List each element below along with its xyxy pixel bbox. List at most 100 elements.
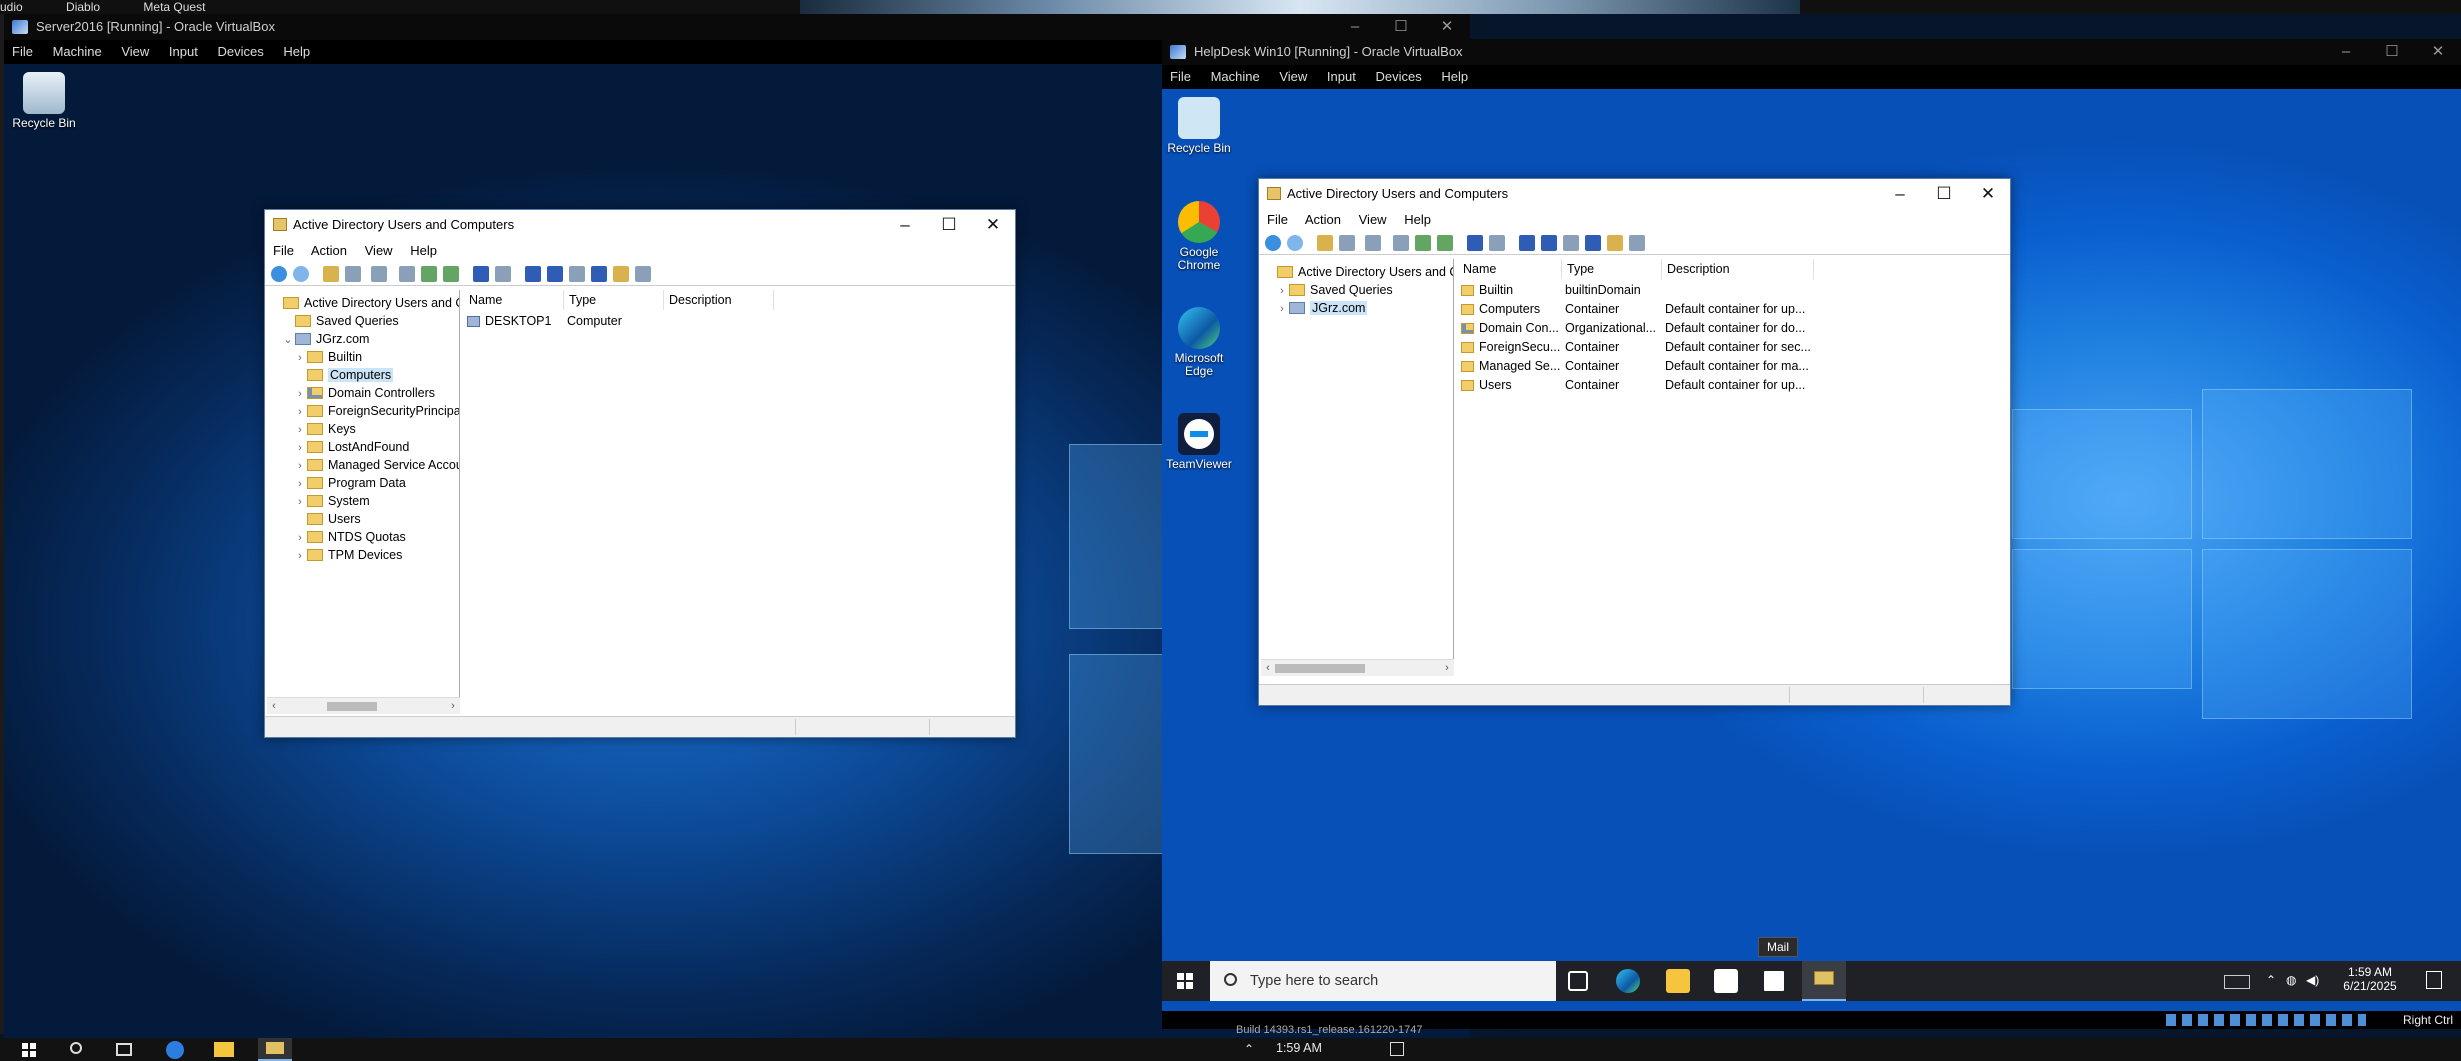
aduc-tree-pane[interactable]: Active Directory Users and Com › Saved Que… bbox=[1261, 259, 1454, 659]
new-group-icon[interactable] bbox=[1541, 235, 1557, 251]
menu-action[interactable]: Action bbox=[311, 243, 347, 258]
minimize-button[interactable]: – bbox=[883, 210, 927, 240]
show-tree-icon[interactable] bbox=[1339, 235, 1355, 251]
column-header-name[interactable]: Name bbox=[464, 290, 564, 310]
expand-chevron-icon[interactable]: › bbox=[293, 439, 307, 457]
host-task-view-icon[interactable] bbox=[116, 1043, 132, 1056]
expand-chevron-icon[interactable]: › bbox=[1275, 282, 1289, 300]
back-icon[interactable] bbox=[1265, 235, 1281, 251]
tree-node[interactable]: › Saved Queries bbox=[1275, 281, 1393, 299]
maximize-button[interactable]: ☐ bbox=[1922, 179, 1966, 209]
filter-icon[interactable] bbox=[591, 266, 607, 282]
host-ie-icon[interactable] bbox=[166, 1041, 184, 1059]
edge-icon[interactable] bbox=[1616, 969, 1640, 993]
tree-node[interactable]: › JGrz.com bbox=[1275, 299, 1368, 317]
tree-node[interactable]: › ForeignSecurityPrincipals bbox=[293, 402, 459, 421]
tree-node[interactable]: › Program Data bbox=[293, 474, 406, 492]
expand-chevron-icon[interactable]: › bbox=[293, 349, 307, 367]
volume-icon[interactable]: ◀) bbox=[2306, 973, 2319, 987]
taskbar-clock[interactable]: 1:59 AM 6/21/2025 bbox=[2334, 965, 2406, 993]
forward-icon[interactable] bbox=[293, 266, 309, 282]
column-header-description[interactable]: Description bbox=[1662, 259, 1814, 279]
maximize-button[interactable]: ☐ bbox=[1378, 14, 1424, 40]
expand-chevron-icon[interactable]: › bbox=[293, 457, 307, 475]
column-header-type[interactable]: Type bbox=[1562, 259, 1662, 279]
delete-icon[interactable] bbox=[371, 266, 387, 282]
expand-chevron-icon[interactable]: › bbox=[293, 403, 307, 421]
column-header-name[interactable]: Name bbox=[1458, 259, 1562, 279]
close-button[interactable]: ✕ bbox=[2415, 39, 2461, 65]
tree-node[interactable]: › Managed Service Accour bbox=[293, 456, 459, 475]
expand-chevron-icon[interactable]: ⌄ bbox=[281, 331, 295, 349]
menu-help[interactable]: Help bbox=[1404, 212, 1431, 227]
close-button[interactable]: ✕ bbox=[1424, 14, 1470, 40]
expand-chevron-icon[interactable]: › bbox=[293, 529, 307, 547]
new-group-icon[interactable] bbox=[547, 266, 563, 282]
new-ou-icon[interactable] bbox=[1563, 235, 1579, 251]
host-notification-icon[interactable] bbox=[1390, 1042, 1404, 1056]
refresh-icon[interactable] bbox=[1415, 235, 1431, 251]
column-header-description[interactable]: Description bbox=[664, 290, 774, 310]
desktop-icon-recycle-bin[interactable]: Recycle Bin bbox=[1164, 97, 1234, 155]
tree-node[interactable]: Saved Queries bbox=[281, 312, 399, 330]
menu-action[interactable]: Action bbox=[1305, 212, 1341, 227]
host-start-icon[interactable] bbox=[22, 1043, 36, 1057]
task-view-icon[interactable] bbox=[1568, 971, 1588, 991]
store-icon[interactable] bbox=[1714, 969, 1738, 993]
minimize-button[interactable]: – bbox=[1332, 14, 1378, 40]
host-top-item-1[interactable]: udio bbox=[0, 0, 23, 14]
menu-view[interactable]: View bbox=[121, 44, 149, 59]
chevron-up-icon[interactable]: ⌃ bbox=[2266, 973, 2276, 987]
find-icon[interactable] bbox=[613, 266, 629, 282]
expand-chevron-icon[interactable]: › bbox=[293, 493, 307, 511]
tree-node[interactable]: Users bbox=[293, 510, 361, 528]
back-icon[interactable] bbox=[271, 266, 287, 282]
vm-title-bar[interactable]: Server2016 [Running] - Oracle VirtualBox… bbox=[4, 14, 1470, 40]
table-row[interactable]: Users Container Default container for up..… bbox=[1458, 376, 1814, 395]
mail-icon[interactable] bbox=[1762, 969, 1786, 993]
menu-file[interactable]: File bbox=[12, 44, 33, 59]
add-to-group-icon[interactable] bbox=[635, 266, 651, 282]
desktop-icon-chrome[interactable]: Google Chrome bbox=[1164, 201, 1234, 272]
desktop-icon-teamviewer[interactable]: TeamViewer bbox=[1164, 413, 1234, 471]
table-row[interactable]: Computers Container Default container for … bbox=[1458, 300, 1814, 319]
expand-chevron-icon[interactable]: › bbox=[293, 547, 307, 565]
column-header-type[interactable]: Type bbox=[564, 290, 664, 310]
menu-file[interactable]: File bbox=[1170, 69, 1191, 84]
menu-help[interactable]: Help bbox=[283, 44, 310, 59]
scroll-left-arrow[interactable]: ‹ bbox=[1261, 660, 1275, 677]
close-button[interactable]: ✕ bbox=[1966, 179, 2010, 209]
vm-title-bar[interactable]: HelpDesk Win10 [Running] - Oracle Virtua… bbox=[1162, 39, 2461, 65]
aduc-list-pane[interactable]: Name Type Description Builtin builtinDomain C… bbox=[1458, 259, 2010, 679]
expand-chevron-icon[interactable]: › bbox=[293, 385, 307, 403]
help-icon[interactable] bbox=[473, 266, 489, 282]
host-tray-chevron-icon[interactable]: ⌃ bbox=[1244, 1042, 1254, 1056]
expand-chevron-icon[interactable]: › bbox=[293, 475, 307, 493]
scroll-right-arrow[interactable]: › bbox=[1440, 660, 1454, 677]
properties-icon[interactable] bbox=[399, 266, 415, 282]
keyboard-icon[interactable] bbox=[2224, 975, 2250, 989]
menu-view[interactable]: View bbox=[365, 243, 393, 258]
desktop-icon-recycle-bin[interactable]: Recycle Bin bbox=[9, 72, 79, 130]
notification-icon[interactable] bbox=[2426, 971, 2442, 989]
host-top-item-3[interactable]: Meta Quest bbox=[143, 0, 205, 14]
network-icon[interactable]: ◍ bbox=[2286, 973, 2296, 987]
aduc-taskbar-button[interactable] bbox=[1802, 961, 1846, 1001]
menu-devices[interactable]: Devices bbox=[1375, 69, 1421, 84]
tree-node[interactable]: Computers bbox=[293, 366, 394, 384]
aduc-title-bar[interactable]: Active Directory Users and Computers – ☐… bbox=[1259, 179, 2010, 209]
scroll-thumb[interactable] bbox=[327, 702, 377, 711]
up-folder-icon[interactable] bbox=[323, 266, 339, 282]
host-top-item-2[interactable]: Diablo bbox=[66, 0, 100, 14]
menu-machine[interactable]: Machine bbox=[53, 44, 102, 59]
menu-file[interactable]: File bbox=[1267, 212, 1288, 227]
taskbar-search-box[interactable]: Type here to search bbox=[1210, 961, 1556, 1001]
aduc-title-bar[interactable]: Active Directory Users and Computers – ☐… bbox=[265, 210, 1015, 240]
export-icon[interactable] bbox=[1437, 235, 1453, 251]
file-explorer-icon[interactable] bbox=[1666, 969, 1690, 993]
menu-view[interactable]: View bbox=[1279, 69, 1307, 84]
maximize-button[interactable]: ☐ bbox=[927, 210, 971, 240]
minimize-button[interactable]: – bbox=[2323, 39, 2369, 65]
start-icon[interactable] bbox=[1177, 973, 1193, 989]
find-icon[interactable] bbox=[1607, 235, 1623, 251]
